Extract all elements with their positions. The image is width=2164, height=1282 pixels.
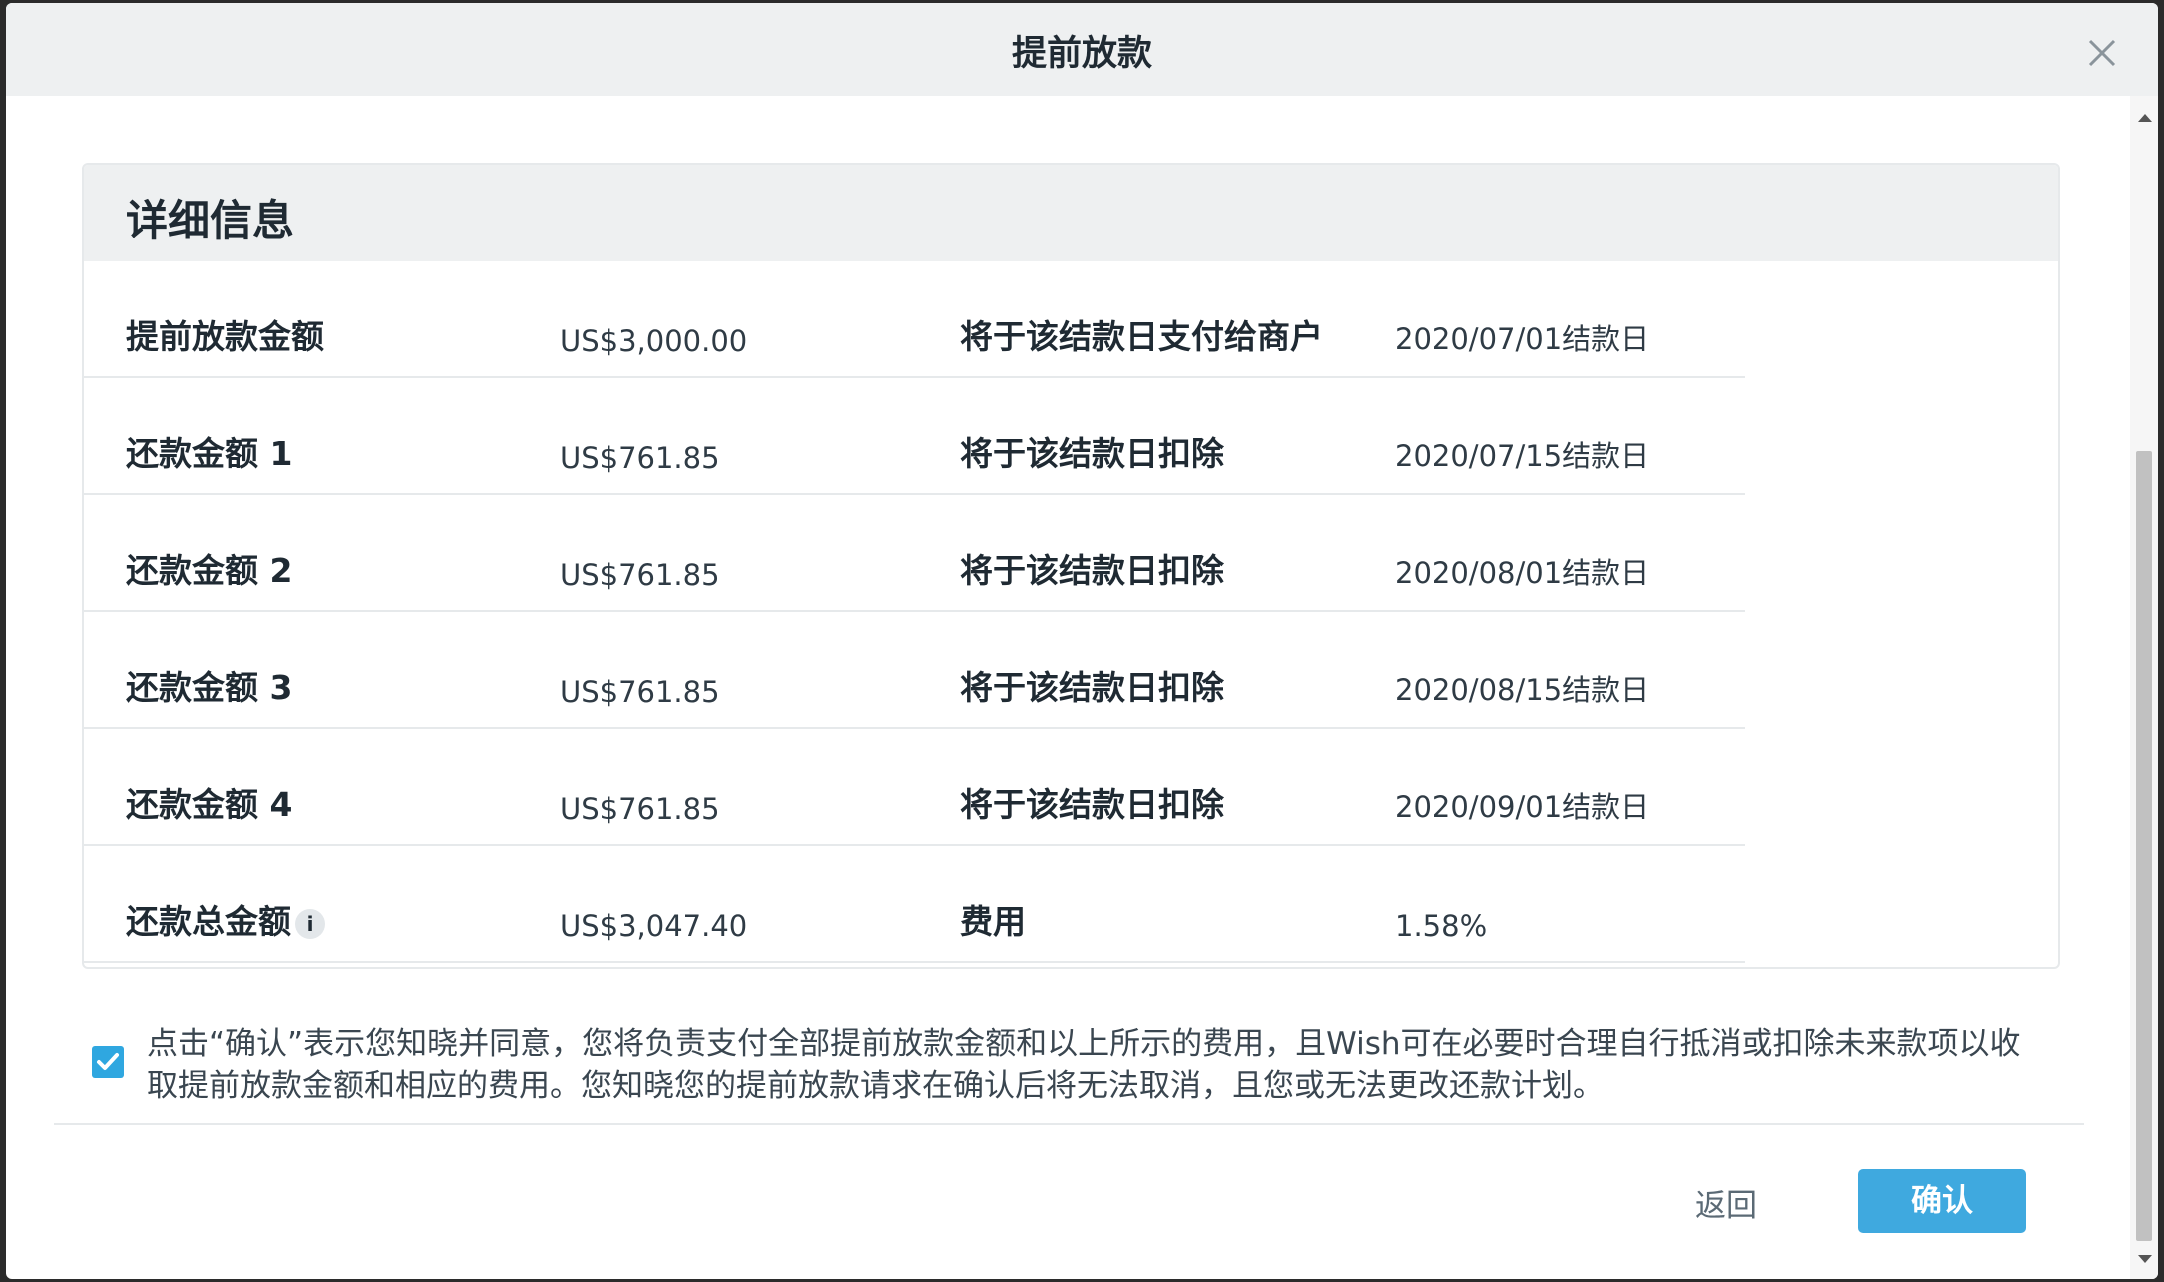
row-date: 2020/08/01结款日 xyxy=(1395,556,1650,590)
row-label: 还款金额 1 xyxy=(126,434,293,473)
dialog-title: 提前放款 xyxy=(1011,34,1152,74)
row-amount: US$761.85 xyxy=(560,558,720,592)
row-date: 2020/09/01结款日 xyxy=(1395,790,1650,824)
details-title: 详细信息 xyxy=(126,196,295,245)
check-icon xyxy=(97,1053,119,1070)
row-label-total: 还款总金额 i xyxy=(126,895,325,943)
scroll-thumb[interactable] xyxy=(2136,451,2152,1241)
info-icon[interactable]: i xyxy=(295,909,325,939)
row-amount: US$3,000.00 xyxy=(560,324,748,358)
details-row-repayment-1: 还款金额 1 US$761.85 将于该结款日扣除 2020/07/15结款日 xyxy=(84,378,1745,495)
confirm-button[interactable]: 确认 xyxy=(1858,1169,2026,1233)
row-amount: US$761.85 xyxy=(560,792,720,826)
row-date-label: 将于该结款日扣除 xyxy=(960,434,1224,473)
advance-payment-dialog: 提前放款 详细信息 提前放款金额 US$3,000.00 将于该结款日支付给商户… xyxy=(6,3,2158,1279)
row-date: 2020/07/01结款日 xyxy=(1395,322,1650,356)
row-label: 提前放款金额 xyxy=(126,317,324,356)
details-row-repayment-2: 还款金额 2 US$761.85 将于该结款日扣除 2020/08/01结款日 xyxy=(84,495,1745,612)
agreement-checkbox[interactable] xyxy=(92,1046,124,1078)
details-table: 提前放款金额 US$3,000.00 将于该结款日支付给商户 2020/07/0… xyxy=(84,261,1745,963)
details-row-advance-amount: 提前放款金额 US$3,000.00 将于该结款日支付给商户 2020/07/0… xyxy=(84,261,1745,378)
row-date-label: 将于该结款日扣除 xyxy=(960,668,1224,707)
details-row-repayment-4: 还款金额 4 US$761.85 将于该结款日扣除 2020/09/01结款日 xyxy=(84,729,1745,846)
row-date-label: 将于该结款日支付给商户 xyxy=(960,317,1323,356)
details-card-header: 详细信息 xyxy=(84,165,2058,261)
details-card: 详细信息 提前放款金额 US$3,000.00 将于该结款日支付给商户 2020… xyxy=(82,163,2060,969)
details-row-total: 还款总金额 i US$3,047.40 费用 1.58% xyxy=(84,846,1745,963)
total-label: 还款总金额 xyxy=(126,902,291,941)
row-amount: US$761.85 xyxy=(560,675,720,709)
row-amount: US$3,047.40 xyxy=(560,909,748,943)
scrollbar[interactable] xyxy=(2130,96,2158,1279)
details-row-repayment-3: 还款金额 3 US$761.85 将于该结款日扣除 2020/08/15结款日 xyxy=(84,612,1745,729)
agreement-text: 点击“确认”表示您知晓并同意，您将负责支付全部提前放款金额和以上所示的费用，且W… xyxy=(147,1026,2021,1104)
row-amount: US$761.85 xyxy=(560,441,720,475)
dialog-header: 提前放款 xyxy=(6,3,2158,96)
row-date-label: 将于该结款日扣除 xyxy=(960,551,1224,590)
scroll-down-icon[interactable] xyxy=(2138,1255,2152,1263)
close-icon[interactable] xyxy=(2082,33,2122,73)
row-label: 还款金额 2 xyxy=(126,551,293,590)
row-date: 2020/07/15结款日 xyxy=(1395,439,1650,473)
row-fee-value: 1.58% xyxy=(1395,909,1488,943)
row-label: 还款金额 4 xyxy=(126,785,293,824)
scroll-up-icon[interactable] xyxy=(2138,114,2152,122)
back-button[interactable]: 返回 xyxy=(1616,1173,1836,1239)
row-date: 2020/08/15结款日 xyxy=(1395,673,1650,707)
row-fee-label: 费用 xyxy=(960,902,1026,941)
footer-divider xyxy=(54,1123,2084,1125)
row-label: 还款金额 3 xyxy=(126,668,293,707)
row-date-label: 将于该结款日扣除 xyxy=(960,785,1224,824)
